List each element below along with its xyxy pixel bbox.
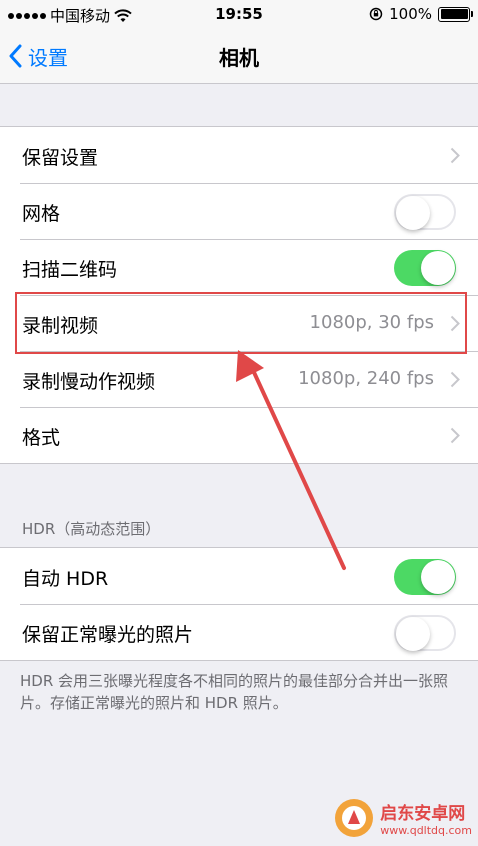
watermark-name: 启东安卓网 bbox=[380, 804, 466, 824]
annotation-arrow-icon bbox=[236, 350, 346, 570]
watermark-url: www.qdltdq.com bbox=[380, 824, 472, 837]
watermark-logo-icon bbox=[335, 799, 374, 837]
watermark: 启东安卓网 www.qdltdq.com bbox=[334, 798, 472, 838]
